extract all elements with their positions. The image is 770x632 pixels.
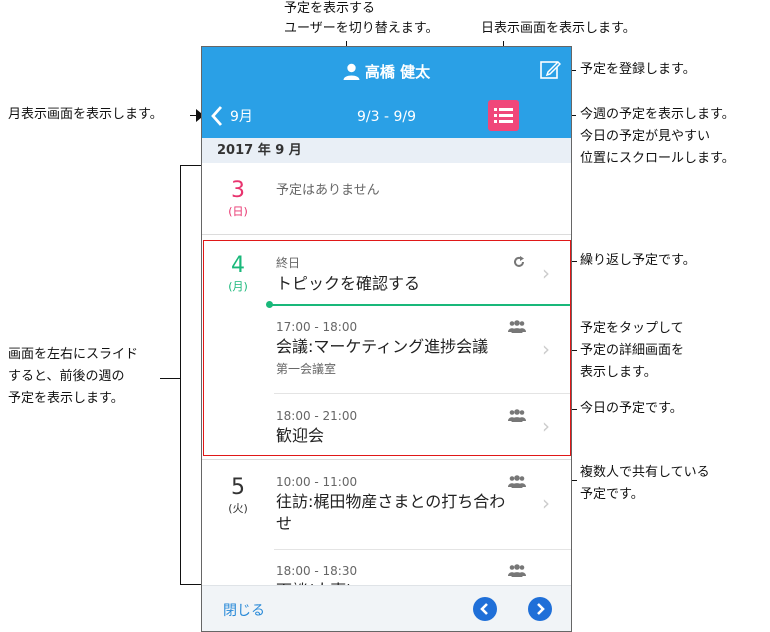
event-divider	[274, 549, 571, 550]
day-divider	[202, 234, 571, 235]
group-icon	[508, 564, 526, 577]
day-5: 5 (火)	[202, 475, 274, 517]
day-number: 3	[231, 178, 245, 203]
edit-icon[interactable]	[539, 59, 561, 81]
chevron-right-icon	[537, 603, 545, 615]
footer-bar: 閉じる	[202, 585, 571, 631]
annotation-repeat: 繰り返し予定です。	[580, 253, 696, 268]
annotation-tap-line3: 表示します。	[580, 365, 657, 380]
annotation-this-week-line2: 今日の予定が見やすい	[580, 129, 711, 144]
day-3: 3 (日)	[202, 178, 274, 220]
day-divider	[202, 459, 571, 460]
day-view-button[interactable]	[488, 100, 519, 131]
annotation-user-switch-line2: ユーザーを切り替えます。	[284, 21, 439, 36]
annotation-this-week-line1: 今週の予定を表示します。	[580, 107, 735, 122]
annotation-tap-line1: 予定をタップして	[580, 321, 684, 336]
annotation-shared-line2: 予定です。	[580, 487, 644, 502]
day-weekday: (日)	[228, 205, 248, 218]
user-switcher[interactable]: 高橋 健太	[202, 61, 571, 82]
list-icon	[494, 108, 513, 123]
next-week-button[interactable]	[528, 597, 552, 621]
chevron-right-icon: ›	[542, 491, 550, 515]
annotation-register: 予定を登録します。	[580, 62, 696, 77]
day-weekday: (火)	[228, 502, 248, 515]
today-highlight-box	[203, 240, 571, 456]
annotation-month-view: 月表示画面を表示します。	[8, 107, 163, 122]
user-icon	[343, 63, 360, 80]
swipe-bracket-pointer	[160, 378, 180, 379]
group-icon	[508, 475, 526, 488]
swipe-bracket-top	[180, 165, 202, 166]
chevron-left-icon	[480, 603, 488, 615]
event-title-line1: 往訪:梶田物産さまとの打ち合わ	[276, 492, 506, 511]
annotation-day-view: 日表示画面を表示します。	[481, 21, 636, 36]
month-label: 2017 年 9 月	[202, 138, 571, 163]
event-title-line2: せ	[276, 514, 293, 533]
annotation-shared-line1: 複数人で共有している	[580, 465, 710, 480]
annotation-today-events: 今日の予定です。	[580, 401, 683, 416]
user-name: 高橋 健太	[364, 63, 431, 81]
annotation-swipe-line2: すると、前後の週の	[8, 369, 125, 384]
annotation-swipe-line1: 画面を左右にスライド	[8, 347, 139, 362]
annotation-this-week-line3: 位置にスクロールします。	[580, 151, 735, 166]
header-bar: 高橋 健太 9月 9/3 - 9/9 今日	[202, 47, 571, 190]
close-button[interactable]: 閉じる	[223, 600, 265, 620]
no-events: 予定はありません	[276, 179, 566, 198]
annotation-user-switch-line1: 予定を表示する	[284, 1, 376, 16]
annotation-swipe-line3: 予定を表示します。	[8, 391, 124, 406]
swipe-bracket-bottom	[180, 584, 202, 585]
prev-week-button[interactable]	[473, 597, 497, 621]
swipe-bracket	[180, 165, 181, 585]
day-number: 5	[231, 475, 245, 500]
annotation-tap-line2: 予定の詳細画面を	[580, 343, 685, 358]
no-events-text: 予定はありません	[276, 183, 380, 198]
